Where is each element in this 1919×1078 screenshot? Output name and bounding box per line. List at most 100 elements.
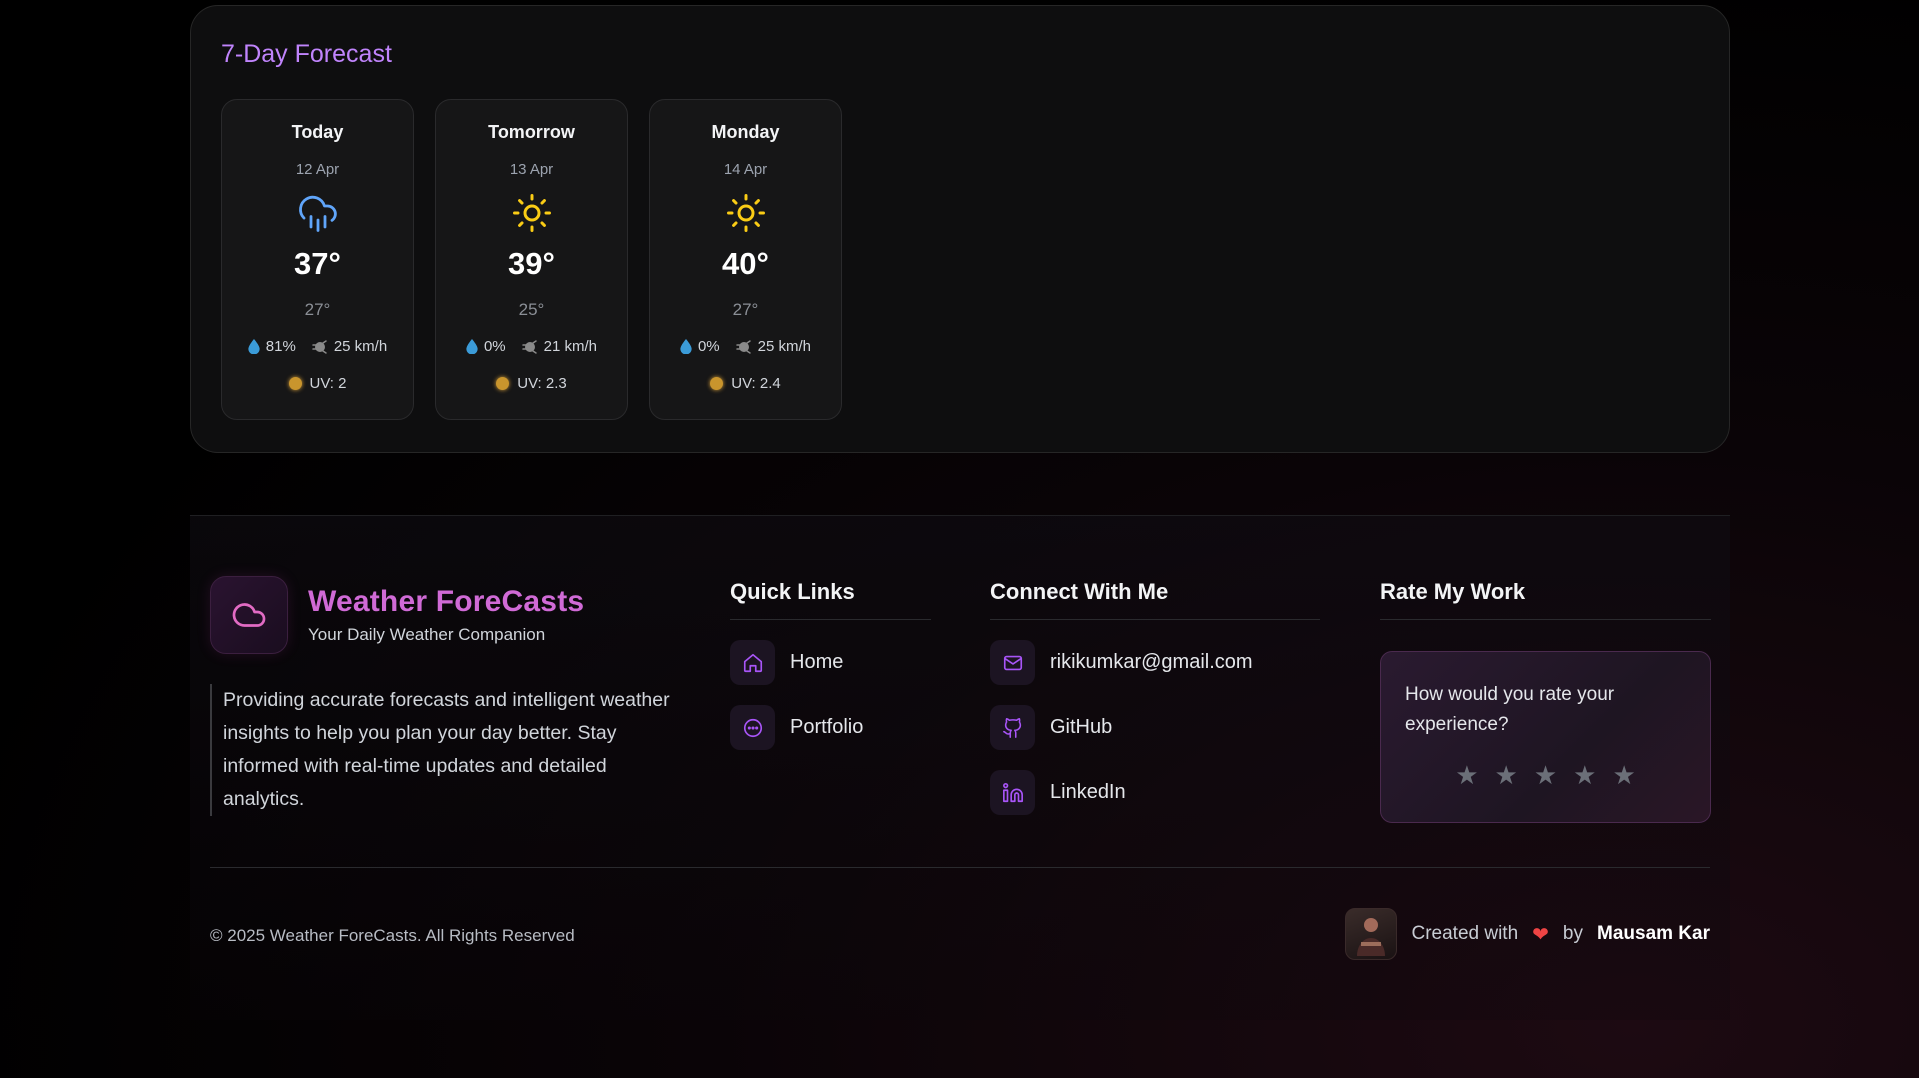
humidity-stat: 0% <box>680 338 720 355</box>
droplet-icon <box>466 339 478 354</box>
uv-dot-icon <box>710 377 724 390</box>
home-icon <box>743 653 762 672</box>
linkedin-icon <box>1002 782 1023 802</box>
brand-name: Weather ForeCasts <box>308 585 585 618</box>
forecast-date: 12 Apr <box>295 161 340 178</box>
cloud-icon <box>232 603 266 627</box>
wind-stat: 25 km/h <box>312 338 387 355</box>
github-icon-box <box>990 705 1035 750</box>
wind-stat: 21 km/h <box>521 338 598 355</box>
credit-by: by <box>1562 923 1583 944</box>
forecast-stats: 81% 25 km/h <box>248 338 387 355</box>
brand-tagline: Your Daily Weather Companion <box>308 625 546 644</box>
star-icon-4[interactable]: ★ <box>1573 760 1596 791</box>
credit-prefix: Created with <box>1411 923 1519 944</box>
forecast-day: Monday <box>711 122 780 142</box>
connect-title: Connect With Me <box>990 579 1320 620</box>
wind-stat: 25 km/h <box>735 338 812 355</box>
rate-section: Rate My Work How would you rate your exp… <box>1380 579 1711 823</box>
sun-icon <box>726 194 765 232</box>
quick-links-title: Quick Links <box>730 579 931 620</box>
author-name[interactable]: Mausam Kar <box>1597 923 1710 945</box>
connect-github[interactable]: GitHub <box>990 705 1320 750</box>
star-icon-2[interactable]: ★ <box>1495 760 1518 791</box>
footer-description: Providing accurate forecasts and intelli… <box>210 684 680 816</box>
connect-label: rikikumkar@gmail.com <box>1050 651 1253 673</box>
humidity-value: 0% <box>697 338 720 355</box>
forecast-card-tomorrow[interactable]: Tomorrow 13 Apr 39° 25° 0% 21 km/h UV: 2… <box>435 99 628 420</box>
uv-stat: UV: 2.3 <box>496 375 567 392</box>
humidity-stat: 81% <box>248 338 296 355</box>
star-icon-5[interactable]: ★ <box>1612 760 1635 791</box>
humidity-stat: 0% <box>466 338 506 355</box>
humidity-value: 0% <box>483 338 506 355</box>
uv-stat: UV: 2.4 <box>710 375 781 392</box>
forecast-cards: Today 12 Apr 37° 27° 81% 25 km/h UV: 2 T… <box>221 99 1699 420</box>
quick-link-label: Portfolio <box>790 716 864 738</box>
home-icon-box <box>730 640 775 685</box>
forecast-date: 13 Apr <box>509 161 554 178</box>
forecast-low: 25° <box>518 300 545 319</box>
wind-icon <box>312 339 327 354</box>
droplet-icon <box>680 339 692 354</box>
droplet-icon <box>248 339 260 354</box>
uv-value: UV: 2.4 <box>731 375 781 392</box>
wind-icon <box>735 339 751 354</box>
person-icon <box>1357 918 1386 956</box>
cloud-rain-icon <box>298 195 337 232</box>
author-avatar[interactable] <box>1345 908 1398 960</box>
github-icon <box>1002 717 1021 738</box>
connect-email[interactable]: rikikumkar@gmail.com <box>990 640 1320 685</box>
star-icon-3[interactable]: ★ <box>1534 760 1557 791</box>
forecast-card-monday[interactable]: Monday 14 Apr 40° 27° 0% 25 km/h UV: 2.4 <box>649 99 842 420</box>
rating-question: How would you rate your experience? <box>1405 684 1615 735</box>
footer-credit: Created with ❤ by Mausam Kar <box>1345 908 1710 960</box>
rating-card: How would you rate your experience? ★ ★ … <box>1380 651 1711 823</box>
portfolio-icon <box>743 718 762 737</box>
forecast-day: Today <box>291 122 344 142</box>
email-icon-box <box>990 640 1035 685</box>
uv-value: UV: 2.3 <box>517 375 567 392</box>
mail-icon <box>1003 655 1022 670</box>
quick-links-section: Quick Links Home Portfolio <box>730 579 931 750</box>
forecast-low: 27° <box>304 300 331 319</box>
connect-label: LinkedIn <box>1050 781 1126 803</box>
wind-value: 25 km/h <box>333 338 388 355</box>
quick-link-label: Home <box>790 651 844 673</box>
footer-divider <box>210 867 1710 868</box>
portfolio-icon-box <box>730 705 775 750</box>
star-icon-1[interactable]: ★ <box>1455 760 1478 791</box>
forecast-card-today[interactable]: Today 12 Apr 37° 27° 81% 25 km/h UV: 2 <box>221 99 414 420</box>
connect-label: GitHub <box>1050 716 1113 738</box>
star-rating: ★ ★ ★ ★ ★ <box>1405 760 1686 791</box>
site-footer: Weather ForeCasts Your Daily Weather Com… <box>190 515 1730 1020</box>
forecast-low: 27° <box>732 300 759 319</box>
humidity-value: 81% <box>265 338 296 355</box>
wind-icon <box>521 339 537 354</box>
forecast-high: 40° <box>722 246 769 281</box>
uv-dot-icon <box>288 377 302 390</box>
copyright-text: © 2025 Weather ForeCasts. All Rights Res… <box>210 926 575 945</box>
linkedin-icon-box <box>990 770 1035 815</box>
forecast-high: 39° <box>508 246 555 281</box>
heart-icon: ❤ <box>1532 923 1549 946</box>
forecast-high: 37° <box>294 246 341 281</box>
quick-link-portfolio[interactable]: Portfolio <box>730 705 931 750</box>
forecast-stats: 0% 25 km/h <box>680 338 811 355</box>
wind-value: 21 km/h <box>543 338 598 355</box>
forecast-title: 7-Day Forecast <box>221 40 392 68</box>
brand-text: Weather ForeCasts Your Daily Weather Com… <box>308 585 584 645</box>
connect-linkedin[interactable]: LinkedIn <box>990 770 1320 815</box>
sun-icon <box>512 194 551 232</box>
footer-brand: Weather ForeCasts Your Daily Weather Com… <box>210 576 584 654</box>
forecast-panel: 7-Day Forecast Today 12 Apr 37° 27° 81% … <box>190 5 1730 453</box>
uv-value: UV: 2 <box>309 375 347 392</box>
rate-title: Rate My Work <box>1380 579 1711 620</box>
brand-logo[interactable] <box>210 576 288 654</box>
connect-section: Connect With Me rikikumkar@gmail.com Git… <box>990 579 1320 815</box>
uv-stat: UV: 2 <box>288 375 347 392</box>
wind-value: 25 km/h <box>757 338 812 355</box>
forecast-stats: 0% 21 km/h <box>466 338 597 355</box>
quick-link-home[interactable]: Home <box>730 640 931 685</box>
forecast-date: 14 Apr <box>723 161 768 178</box>
